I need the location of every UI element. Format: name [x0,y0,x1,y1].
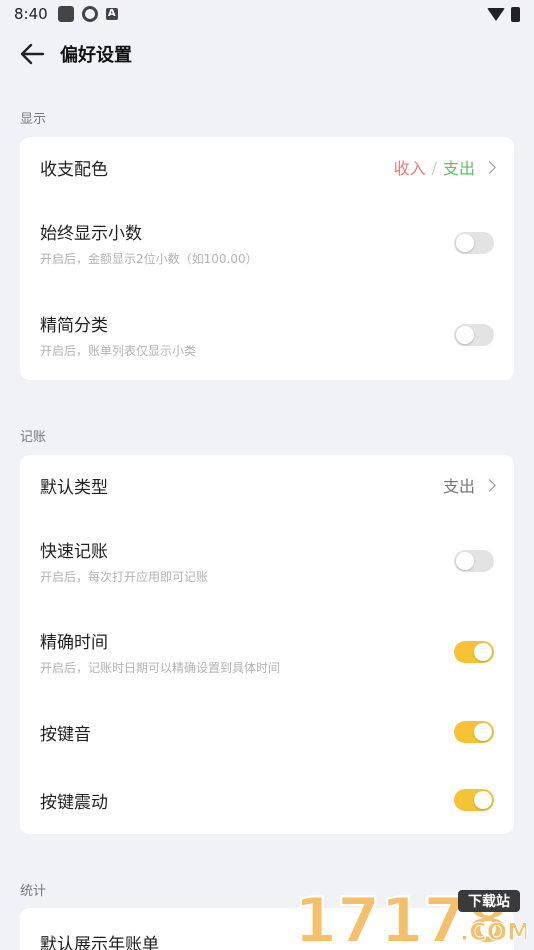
income-label: 收入 [393,159,426,178]
status-bar: 8:40 A [0,0,534,28]
header: 偏好设置 [0,28,534,80]
color-scheme-value: 收入 / 支出 [393,155,496,179]
row-subtitle: 开启后，记账时日期可以精确设置到具体时间 [40,661,281,675]
status-time: 8:40 [14,5,48,23]
toggle-knob [456,326,474,344]
sync-icon [81,6,98,22]
quick-entry-toggle[interactable] [454,550,494,572]
wifi-icon [487,7,505,21]
toggle-knob [474,791,492,809]
watermark-logo: 17178 下载站 .COM [293,883,532,950]
arrow-left-icon [20,43,45,65]
row-default-type[interactable]: 默认类型 支出 [40,455,496,515]
row-title: 快速记账 [40,542,108,562]
section-label-bookkeeping: 记账 [20,430,47,445]
row-decimal: 始终显示小数 开启后，金额显示2位小数（如100.00） [40,215,494,271]
toggle-knob [474,643,492,661]
section-label-display: 显示 [20,112,47,127]
row-key-sound: 按键音 [40,712,494,752]
row-title: 按键音 [40,724,91,745]
slash-separator: / [431,157,437,177]
expense-label: 支出 [442,159,475,178]
default-type-label: 支出 [442,477,475,496]
toggle-knob [456,234,474,252]
decimal-toggle[interactable] [454,232,494,254]
key-vibrate-toggle[interactable] [454,789,494,811]
page-title: 偏好设置 [60,45,132,66]
back-button[interactable] [18,40,46,68]
battery-icon [511,6,520,22]
toggle-knob [456,552,474,570]
row-title: 精简分类 [40,316,108,336]
simple-category-toggle[interactable] [454,324,494,346]
row-quick-entry: 快速记账 开启后，每次打开应用即可记账 [40,533,494,589]
watermark-domain: .COM [460,918,526,946]
app-icon: A [105,8,118,20]
row-title: 默认类型 [40,477,108,498]
precise-time-toggle[interactable] [454,641,494,663]
row-simple-category: 精简分类 开启后，账单列表仅显示小类 [40,307,494,363]
watermark-badge: 下载站 [468,893,510,910]
row-title: 默认展示年账单 [40,934,159,950]
row-title: 精确时间 [40,633,108,653]
notification-icon [57,6,74,22]
row-title: 始终显示小数 [40,224,142,244]
default-type-value: 支出 [442,473,496,497]
row-subtitle: 开启后，金额显示2位小数（如100.00） [40,252,258,266]
row-title: 收支配色 [40,159,108,180]
row-precise-time: 精确时间 开启后，记账时日期可以精确设置到具体时间 [40,624,494,680]
key-sound-toggle[interactable] [454,721,494,743]
row-title: 按键震动 [40,792,108,813]
toggle-knob [474,723,492,741]
chevron-right-icon [483,478,496,492]
section-label-stats: 统计 [20,884,47,899]
chevron-right-icon [483,160,496,174]
row-color-scheme[interactable]: 收支配色 收入 / 支出 [40,137,496,197]
row-subtitle: 开启后，账单列表仅显示小类 [40,344,197,358]
row-key-vibrate: 按键震动 [40,780,494,820]
row-subtitle: 开启后，每次打开应用即可记账 [40,570,209,584]
